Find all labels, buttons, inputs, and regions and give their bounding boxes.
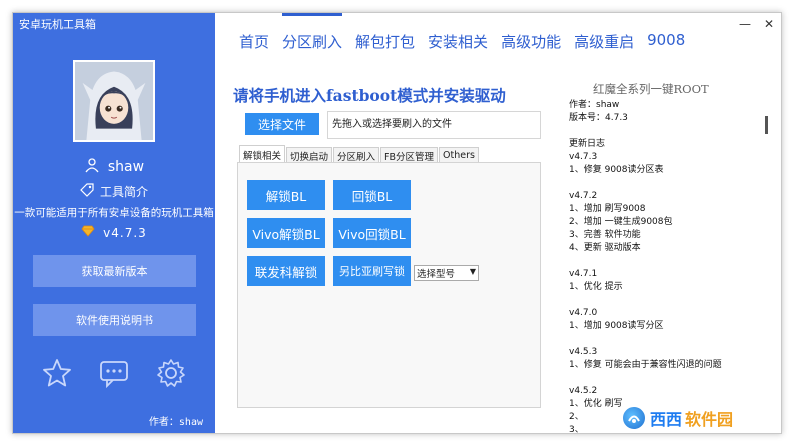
changelog-line: v4.7.1: [569, 269, 598, 279]
close-button[interactable]: ✕: [757, 13, 781, 35]
model-select[interactable]: 选择型号 ▼: [414, 265, 479, 281]
changelog-line: [568, 372, 772, 385]
changelog-line: 1、增加 刷写9008: [569, 204, 646, 214]
tab-switch-slot[interactable]: 切换启动: [286, 147, 333, 163]
changelog-line: 2、增加 一键生成9008包: [569, 217, 673, 227]
model-select-value: 选择型号: [417, 269, 456, 280]
diamond-icon: [81, 225, 95, 240]
changelog-line: 4、更新 驱动版本: [569, 243, 641, 253]
nav-partition-flash[interactable]: 分区刷入: [282, 13, 343, 52]
app-description: 一款可能适用于所有安卓设备的玩机工具箱: [14, 207, 214, 219]
nav-home[interactable]: 首页: [239, 31, 269, 52]
changelog-line: v4.7.3: [569, 152, 598, 162]
user-manual-button[interactable]: 软件使用说明书: [33, 304, 196, 336]
watermark-text-orange: 软件园: [685, 410, 734, 429]
sidebar-icon-row: [13, 356, 215, 390]
nav-install[interactable]: 安装相关: [428, 31, 488, 52]
chevron-down-icon: ▼: [469, 267, 476, 276]
mtk-unlock-button[interactable]: 联发科解锁: [247, 256, 325, 286]
chat-bubble-icon[interactable]: [97, 356, 131, 390]
avatar-image: [75, 62, 153, 140]
nav-advanced[interactable]: 高级功能: [501, 31, 561, 52]
changelog-scrollbar[interactable]: [765, 116, 768, 134]
relock-bl-button[interactable]: 回锁BL: [333, 180, 411, 210]
user-row: shaw: [13, 157, 215, 177]
changelog-line: 版本号：4.7.3: [569, 113, 628, 123]
tool-intro-link[interactable]: 工具简介: [13, 183, 215, 200]
avatar: [73, 60, 155, 142]
file-path-input[interactable]: 先拖入或选择要刷入的文件: [327, 111, 541, 139]
tab-partition-flash[interactable]: 分区刷入: [333, 147, 380, 163]
star-icon[interactable]: [40, 356, 74, 390]
main-nav: 首页 分区刷入 解包打包 安装相关 高级功能 高级重启 9008: [239, 13, 698, 52]
changelog-line: 1、增加 9008读写分区: [569, 321, 664, 331]
tab-others[interactable]: Others: [439, 147, 479, 163]
changelog-line: 1、优化 提示: [569, 282, 623, 292]
changelog-line: [568, 177, 772, 190]
fastboot-headline: 请将手机进入fastboot模式并安装驱动: [233, 86, 506, 105]
changelog-line: v4.5.2: [569, 386, 598, 396]
changelog-line: v4.7.2: [569, 191, 598, 201]
changelog-line: 1、修复 9008读分区表: [569, 165, 664, 175]
version-row: v4.7.3: [13, 225, 215, 240]
user-icon: [84, 157, 100, 177]
function-tabs: 解锁相关 切换启动 分区刷入 FB分区管理 Others: [239, 145, 480, 163]
get-latest-version-button[interactable]: 获取最新版本: [33, 255, 196, 287]
sidebar: 安卓玩机工具箱 shaw 工具简介 一款可能适用于所有安卓设备的玩机工具箱 v4…: [13, 13, 215, 433]
nav-advanced-reboot[interactable]: 高级重启: [574, 31, 634, 52]
changelog-line: [568, 294, 772, 307]
author-label: 作者：shaw: [148, 417, 203, 428]
changelog-line: v4.5.3: [569, 347, 598, 357]
unlock-bl-button[interactable]: 解锁BL: [247, 180, 325, 210]
tool-intro-label: 工具简介: [99, 185, 148, 199]
minimize-button[interactable]: —: [733, 13, 757, 35]
app-window: 安卓玩机工具箱 shaw 工具简介 一款可能适用于所有安卓设备的玩机工具箱 v4…: [12, 12, 782, 434]
changelog-line: v4.7.0: [569, 308, 598, 318]
window-controls: — ✕: [733, 13, 781, 35]
unisoc-flash-lock-button[interactable]: 另比亚刷写锁: [333, 256, 411, 286]
changelog-line: 3、完善 软件功能: [569, 230, 641, 240]
vivo-relock-bl-button[interactable]: Vivo回锁BL: [333, 218, 411, 248]
app-title: 安卓玩机工具箱: [19, 18, 96, 31]
changelog-panel[interactable]: 作者：shaw 版本号：4.7.3 更新日志 v4.7.3 1、修复 9008读分区表…: [568, 99, 772, 433]
tab-unlock[interactable]: 解锁相关: [239, 145, 286, 163]
watermark-text-blue: 西西: [650, 410, 683, 429]
changelog-line: 更新日志: [569, 139, 606, 149]
tag-icon: [80, 183, 94, 200]
changelog-line: [568, 125, 772, 138]
watermark-logo-icon: [621, 405, 647, 431]
changelog-line: [568, 333, 772, 346]
changelog-line: 1、修复 可能会由于兼容性闪退的问题: [569, 360, 722, 370]
changelog-line: [568, 255, 772, 268]
version-label: v4.7.3: [103, 225, 147, 240]
watermark: 西西 软件园: [621, 405, 733, 431]
nav-9008[interactable]: 9008: [647, 31, 685, 52]
vivo-unlock-bl-button[interactable]: Vivo解锁BL: [247, 218, 325, 248]
red-magic-root-title: 红魔全系列一键ROOT: [593, 82, 709, 96]
changelog-lines: 作者：shaw 版本号：4.7.3 更新日志 v4.7.3 1、修复 9008读分区表…: [568, 99, 772, 433]
select-file-button[interactable]: 选择文件: [245, 113, 319, 135]
username: shaw: [107, 159, 145, 175]
nav-unpack-pack[interactable]: 解包打包: [355, 31, 415, 52]
tab-fb-partition-manage[interactable]: FB分区管理: [380, 147, 439, 163]
changelog-line: 作者：shaw: [569, 100, 620, 110]
gear-icon[interactable]: [154, 356, 188, 390]
